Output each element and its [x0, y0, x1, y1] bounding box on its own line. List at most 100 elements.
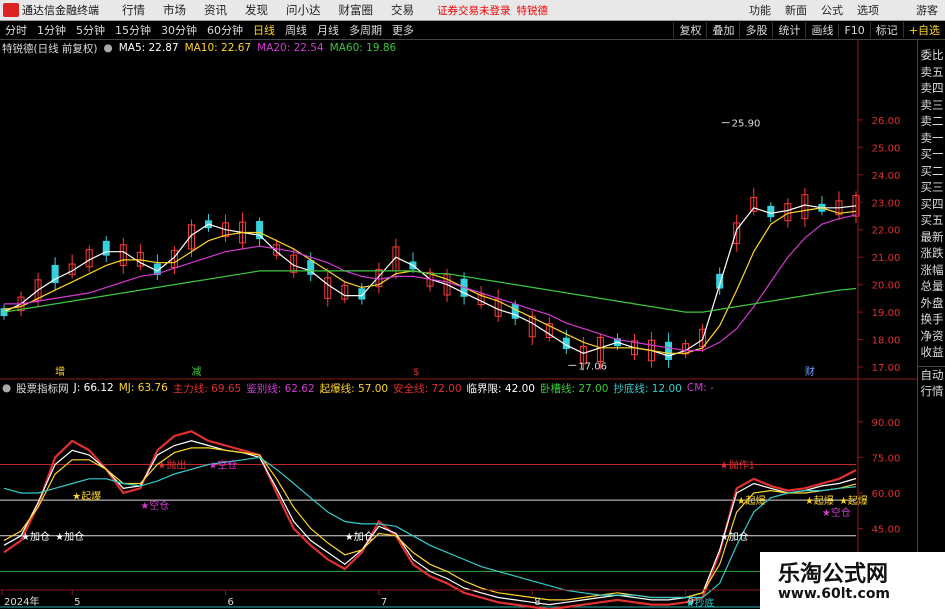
price-tick-label: 22.00: [872, 226, 901, 237]
period-multi[interactable]: 多周期: [344, 22, 387, 38]
period-1min[interactable]: 1分钟: [32, 22, 71, 38]
ind-tick-label: 75.00: [872, 453, 901, 464]
time-tick-label: 5: [74, 597, 80, 608]
tool-draw[interactable]: 画线: [805, 22, 838, 38]
side-item-sell3[interactable]: 卖三: [918, 97, 945, 114]
price-tick-label: 18.00: [872, 336, 901, 347]
side-item-netasset[interactable]: 净资: [918, 328, 945, 345]
period-weekly[interactable]: 周线: [280, 22, 312, 38]
ind-critical: 临界限: 42.00: [466, 382, 535, 395]
signal-label: ★抛作1: [720, 459, 755, 472]
side-item-buy1[interactable]: 买一: [918, 146, 945, 163]
indicator-settings-icon[interactable]: ●: [0, 382, 11, 394]
side-item-buy3[interactable]: 买三: [918, 179, 945, 196]
side-item-buy2[interactable]: 买二: [918, 163, 945, 180]
tool-mark[interactable]: 标记: [869, 22, 903, 38]
ind-cm: CM: -: [686, 382, 714, 394]
side-item-eps[interactable]: 收益: [918, 344, 945, 361]
period-daily[interactable]: 日线: [248, 22, 280, 38]
period-toolbar: 分时 1分钟 5分钟 15分钟 30分钟 60分钟 日线 周线 月线 多周期 更…: [0, 21, 945, 40]
menu-bar: 通达信金融终端 行情 市场 资讯 发现 问小达 财富圈 交易 证券交易未登录 特…: [0, 0, 945, 21]
ind-tick-label: 60.00: [872, 489, 901, 500]
menu-item-news[interactable]: 资讯: [204, 2, 227, 18]
price-tick-label: 24.00: [872, 171, 901, 182]
event-tag: 增: [55, 365, 65, 378]
menu-item-discover[interactable]: 发现: [245, 2, 268, 18]
side-item-sell5[interactable]: 卖五: [918, 64, 945, 81]
watermark-title: 乐淘公式网: [778, 562, 889, 587]
period-monthly[interactable]: 月线: [312, 22, 344, 38]
menu-item-wealth[interactable]: 财富圈: [339, 2, 374, 18]
side-item-volume[interactable]: 总量: [918, 278, 945, 295]
ind-bottom: 抄底线: 12.00: [613, 382, 682, 395]
ind-j: J: 66.12: [73, 382, 114, 394]
watermark-url: www.60lt.com: [778, 586, 891, 602]
menu-item-formula[interactable]: 公式: [821, 2, 843, 18]
menu-item-ask[interactable]: 问小达: [286, 2, 321, 18]
period-5min[interactable]: 5分钟: [71, 22, 110, 38]
tool-multi-stock[interactable]: 多股: [739, 22, 772, 38]
side-item-turnover[interactable]: 换手: [918, 311, 945, 328]
side-item-auto[interactable]: 自动: [918, 367, 945, 384]
guest-button[interactable]: 游客: [916, 2, 938, 18]
side-item-weibi[interactable]: 委比: [918, 47, 945, 64]
period-timeshare[interactable]: 分时: [0, 22, 32, 38]
period-30min[interactable]: 30分钟: [156, 22, 202, 38]
event-tag: 财: [805, 365, 815, 378]
side-item-pct[interactable]: 涨幅: [918, 262, 945, 279]
low-price-label: 17.06: [578, 361, 607, 372]
indicator-name[interactable]: 股票指标网: [16, 381, 69, 396]
side-panel: 委比 卖五 卖四 卖三 卖二 卖一 买一 买二 买三 买四 买五 最新 涨跌 涨…: [917, 40, 945, 609]
ind-mj: MJ: 63.76: [118, 382, 168, 394]
time-tick-label: 7: [381, 597, 387, 608]
price-tick-label: 26.00: [872, 116, 901, 127]
time-tick-label: 2024年: [4, 595, 39, 608]
signal-label: ★空仓: [822, 506, 851, 519]
time-tick-label: 6: [228, 597, 234, 608]
menu-item-market[interactable]: 市场: [163, 2, 186, 18]
candle-body: [256, 220, 264, 240]
side-item-buy4[interactable]: 买四: [918, 196, 945, 213]
side-item-outer[interactable]: 外盘: [918, 295, 945, 312]
watermark: 乐淘公式网 www.60lt.com: [760, 552, 945, 609]
period-15min[interactable]: 15分钟: [110, 22, 156, 38]
signal-label: ★加仓: [21, 530, 50, 543]
price-tick-label: 20.00: [872, 281, 901, 292]
side-item-latest[interactable]: 最新: [918, 229, 945, 246]
side-item-sell2[interactable]: 卖二: [918, 113, 945, 130]
candle-body: [767, 205, 775, 218]
price-tick-label: 23.00: [872, 198, 901, 209]
ind-main: 主力线: 69.65: [172, 382, 242, 395]
side-item-sell4[interactable]: 卖四: [918, 80, 945, 97]
add-watchlist-button[interactable]: +自选: [902, 22, 945, 38]
side-item-quote[interactable]: 行情: [918, 383, 945, 400]
price-tick-label: 21.00: [872, 253, 901, 264]
signal-label: ★起爆: [72, 490, 101, 502]
side-item-sell1[interactable]: 卖一: [918, 130, 945, 147]
menu-item-function[interactable]: 功能: [749, 2, 771, 18]
side-item-change[interactable]: 涨跌: [918, 245, 945, 262]
side-item-buy5[interactable]: 买五: [918, 212, 945, 229]
tool-adjust[interactable]: 复权: [673, 22, 706, 38]
tool-stats[interactable]: 统计: [772, 22, 805, 38]
period-more[interactable]: 更多: [387, 22, 419, 38]
login-notice[interactable]: 证券交易未登录: [437, 3, 511, 18]
ind-groove: 卧槽线: 27.00: [539, 382, 609, 395]
price-tick-label: 25.00: [872, 143, 901, 154]
tool-overlay[interactable]: 叠加: [706, 22, 739, 38]
menu-item-quotes[interactable]: 行情: [122, 2, 145, 18]
menu-item-options[interactable]: 选项: [857, 2, 879, 18]
signal-label: ★空仓: [140, 499, 169, 512]
menu-item-new-layout[interactable]: 新面: [785, 2, 807, 18]
app-logo-icon: [3, 3, 19, 17]
signal-label: ★加仓: [720, 530, 749, 543]
signal-label: ★空仓: [208, 459, 237, 472]
tool-f10[interactable]: F10: [838, 23, 869, 37]
menu-item-trade[interactable]: 交易: [391, 2, 414, 18]
period-60min[interactable]: 60分钟: [202, 22, 248, 38]
chart-area[interactable]: 26.00 25.00 24.00 23.00 22.00 21.00 20.00 19.00…: [0, 40, 917, 609]
signal-label: ★起爆: [737, 495, 766, 507]
price-tick-label: 17.00: [872, 363, 901, 374]
signal-label: ★加仓: [345, 530, 374, 543]
signal-label: ★加仓: [55, 530, 84, 543]
